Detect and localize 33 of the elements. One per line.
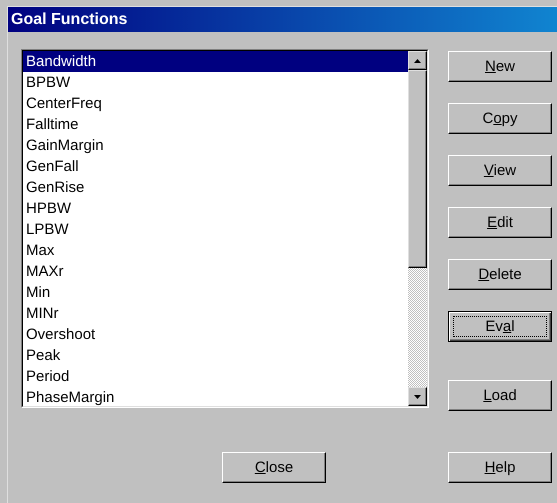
list-item[interactable]: HPBW	[23, 198, 408, 219]
dialog-button[interactable]: Close	[222, 452, 326, 483]
list-item[interactable]: PhaseMargin	[23, 387, 408, 406]
list-item[interactable]: Min	[23, 282, 408, 303]
dialog-button[interactable]: New	[448, 51, 552, 82]
list-item[interactable]: GenRise	[23, 177, 408, 198]
scroll-down-button[interactable]	[408, 387, 427, 406]
list-item[interactable]: Overshoot	[23, 324, 408, 345]
list-item[interactable]: Falltime	[23, 114, 408, 135]
dialog-button[interactable]: Edit	[448, 207, 552, 238]
scrollbar[interactable]	[408, 51, 427, 406]
list-item[interactable]: MINr	[23, 303, 408, 324]
list-item[interactable]: Max	[23, 240, 408, 261]
list-item[interactable]: LPBW	[23, 219, 408, 240]
list-item[interactable]: Peak	[23, 345, 408, 366]
down-arrow-icon	[414, 394, 421, 398]
list-item[interactable]: MAXr	[23, 261, 408, 282]
dialog-button[interactable]: Copy	[448, 103, 552, 134]
list-item[interactable]: Period	[23, 366, 408, 387]
list-item[interactable]: GenFall	[23, 156, 408, 177]
list-item[interactable]: BPBW	[23, 72, 408, 93]
scroll-up-button[interactable]	[408, 51, 427, 70]
list-item[interactable]: GainMargin	[23, 135, 408, 156]
window-title: Goal Functions	[8, 7, 557, 32]
dialog-button[interactable]: View	[448, 155, 552, 186]
up-arrow-icon	[414, 58, 421, 62]
list-item[interactable]: Bandwidth	[23, 51, 408, 72]
dialog-button[interactable]: Eval	[448, 311, 552, 342]
scroll-thumb[interactable]	[408, 70, 427, 268]
list-item[interactable]: CenterFreq	[23, 93, 408, 114]
dialog-button[interactable]: Help	[448, 452, 552, 483]
dialog-button[interactable]: Load	[448, 380, 552, 411]
dialog-button[interactable]: Delete	[448, 259, 552, 290]
